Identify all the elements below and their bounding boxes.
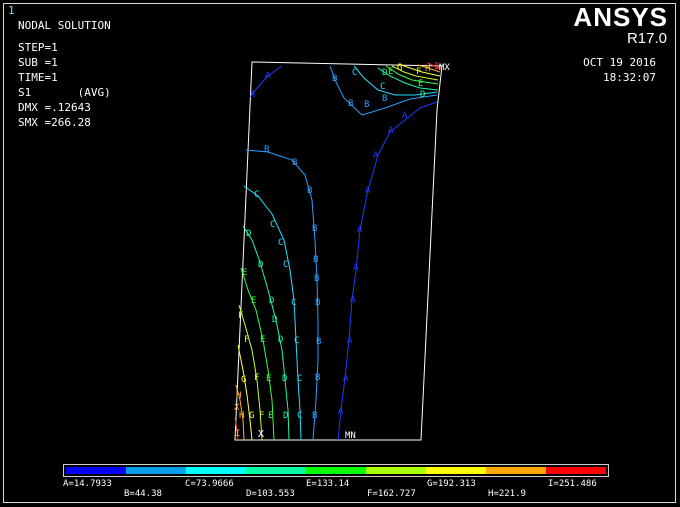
contour-line-d-main — [242, 225, 290, 441]
svg-text:B: B — [364, 100, 369, 110]
svg-text:A: A — [353, 263, 359, 273]
svg-text:E: E — [388, 67, 393, 77]
legend-swatch-c — [186, 467, 246, 474]
svg-text:D: D — [382, 68, 387, 78]
svg-text:B: B — [314, 274, 319, 284]
svg-text:E: E — [266, 374, 271, 384]
svg-text:E: E — [242, 268, 247, 278]
svg-text:C: C — [278, 238, 283, 248]
svg-text:A: A — [265, 71, 271, 81]
svg-text:C: C — [352, 68, 357, 78]
legend-swatch-h — [486, 467, 546, 474]
svg-text:B: B — [313, 255, 318, 265]
svg-text:F: F — [254, 373, 259, 383]
svg-text:A: A — [357, 225, 363, 235]
svg-text:C: C — [294, 336, 299, 346]
svg-text:H: H — [425, 64, 430, 74]
svg-text:D: D — [258, 260, 263, 270]
svg-text:D: D — [246, 229, 251, 239]
svg-text:G: G — [397, 63, 402, 73]
svg-text:A: A — [350, 295, 356, 305]
svg-text:I: I — [235, 429, 240, 439]
svg-text:F: F — [238, 311, 243, 321]
svg-text:A: A — [388, 126, 394, 136]
contour-labels: A A A A A A A A A A A A B B B B B B B B … — [234, 62, 439, 439]
svg-text:H: H — [236, 391, 241, 401]
svg-text:A: A — [402, 111, 408, 121]
legend-label-d: D=103.553 — [246, 489, 295, 499]
svg-text:B: B — [382, 94, 387, 104]
svg-text:F: F — [259, 411, 264, 421]
svg-text:B: B — [312, 224, 317, 234]
svg-text:B: B — [348, 99, 353, 109]
svg-text:A: A — [347, 336, 353, 346]
svg-text:C: C — [283, 260, 288, 270]
svg-text:A: A — [365, 186, 371, 196]
svg-text:C: C — [291, 298, 296, 308]
legend-label-b: B=44.38 — [124, 489, 162, 499]
svg-text:B: B — [316, 337, 321, 347]
svg-text:E: E — [260, 335, 265, 345]
legend-swatch-f — [366, 467, 426, 474]
svg-text:B: B — [315, 298, 320, 308]
svg-text:B: B — [315, 373, 320, 383]
legend-swatch-e — [306, 467, 366, 474]
legend-swatch-b — [126, 467, 186, 474]
contour-plot: A A A A A A A A A A A A B B B B B B B B … — [234, 61, 450, 441]
svg-text:A: A — [343, 374, 349, 384]
svg-text:C: C — [297, 374, 302, 384]
svg-text:B: B — [332, 74, 337, 84]
svg-text:X: X — [234, 403, 240, 413]
max-marker: MX — [439, 63, 450, 73]
svg-text:G: G — [249, 411, 254, 421]
legend-label-c: C=73.9666 — [185, 479, 234, 489]
svg-text:D: D — [272, 315, 277, 325]
legend-swatch-i — [546, 467, 606, 474]
svg-text:D: D — [278, 335, 283, 345]
min-marker: MN — [345, 431, 356, 441]
legend-swatch-d — [246, 467, 306, 474]
svg-text:E: E — [251, 296, 256, 306]
svg-text:E: E — [268, 411, 273, 421]
svg-text:C: C — [270, 220, 275, 230]
svg-text:B: B — [292, 158, 297, 168]
node-x-marker: X — [258, 429, 264, 440]
legend-label-g: G=192.313 — [427, 479, 476, 489]
svg-text:A: A — [373, 151, 379, 161]
svg-text:F: F — [416, 67, 421, 77]
svg-text:E: E — [418, 79, 423, 89]
svg-text:H: H — [239, 411, 244, 421]
svg-text:B: B — [264, 145, 269, 155]
legend-label-e: E=133.14 — [306, 479, 350, 489]
svg-text:G: G — [241, 375, 246, 385]
svg-text:C: C — [254, 190, 259, 200]
svg-text:B: B — [312, 411, 317, 421]
svg-text:D: D — [282, 374, 287, 384]
legend-label-f: F=162.727 — [367, 489, 416, 499]
legend-color-bar — [63, 464, 609, 477]
legend-label-a: A=14.7933 — [63, 479, 112, 489]
legend-label-h: H=221.9 — [488, 489, 526, 499]
svg-text:A: A — [250, 90, 256, 100]
svg-text:C: C — [380, 82, 385, 92]
svg-text:D: D — [420, 90, 425, 100]
svg-text:C: C — [297, 411, 302, 421]
svg-text:D: D — [269, 296, 274, 306]
legend-label-i: I=251.486 — [548, 479, 597, 489]
svg-text:F: F — [244, 335, 249, 345]
graphics-viewport[interactable]: 1 NODAL SOLUTION STEP=1 SUB =1 TIME=1 S1… — [0, 0, 680, 507]
svg-text:A: A — [338, 407, 344, 417]
legend-swatch-g — [426, 467, 486, 474]
svg-text:D: D — [283, 411, 288, 421]
legend-swatch-a — [66, 467, 126, 474]
svg-text:B: B — [307, 186, 312, 196]
